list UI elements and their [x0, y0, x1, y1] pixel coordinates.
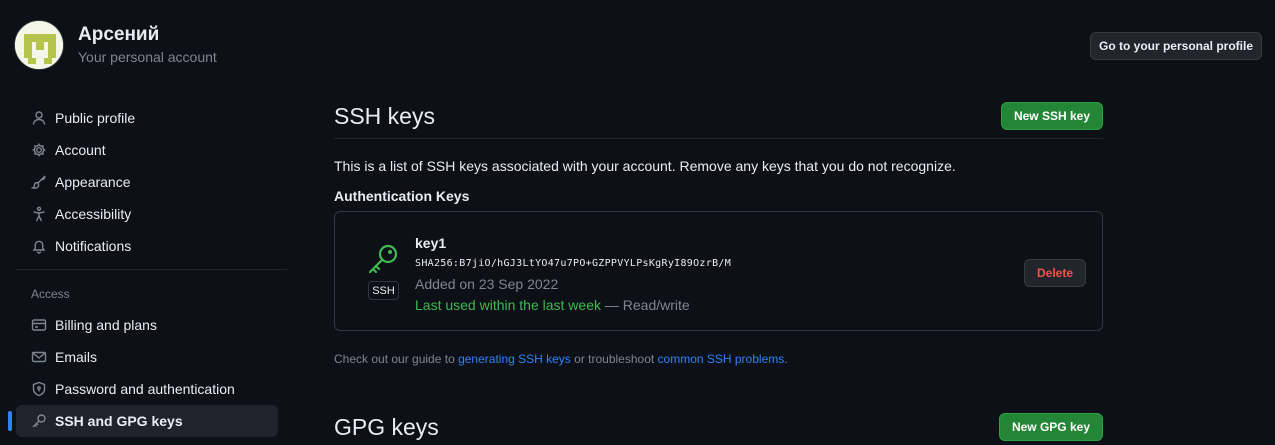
authentication-keys-heading: Authentication Keys — [334, 188, 470, 204]
person-icon — [31, 110, 47, 126]
sidebar-item-label: Billing and plans — [55, 317, 157, 333]
user-name[interactable]: Арсений — [78, 24, 217, 46]
account-header: Арсений Your personal account — [14, 20, 217, 70]
guide-suffix: . — [784, 352, 788, 366]
shield-lock-icon — [31, 381, 47, 397]
sidebar-item-label: Notifications — [55, 238, 132, 254]
sidebar-item-ssh-gpg-keys[interactable]: SSH and GPG keys — [8, 405, 278, 437]
key-last-used-text: Last used within the last week — [415, 297, 601, 313]
settings-sidebar: Public profile Account Appearance Access… — [8, 102, 288, 437]
sidebar-item-password[interactable]: Password and authentication — [16, 373, 288, 405]
sidebar-item-label: SSH and GPG keys — [55, 413, 183, 429]
key-icon — [31, 413, 47, 429]
ssh-title-row: SSH keys New SSH key — [334, 94, 1103, 139]
key-icon — [365, 242, 401, 283]
ssh-description: This is a list of SSH keys associated wi… — [334, 158, 956, 174]
sidebar-item-accessibility[interactable]: Accessibility — [16, 198, 288, 230]
key-access-level: — Read/write — [601, 297, 690, 313]
sidebar-item-billing[interactable]: Billing and plans — [16, 309, 288, 341]
sidebar-item-emails[interactable]: Emails — [16, 341, 288, 373]
sidebar-divider — [16, 269, 287, 270]
paintbrush-icon — [31, 174, 47, 190]
sidebar-item-label: Public profile — [55, 110, 136, 126]
delete-key-button[interactable]: Delete — [1024, 259, 1086, 287]
ssh-badge: SSH — [368, 281, 399, 300]
sidebar-item-label: Password and authentication — [55, 381, 235, 397]
generating-ssh-keys-link[interactable]: generating SSH keys — [458, 352, 571, 366]
key-last-used: Last used within the last week — Read/wr… — [415, 297, 690, 313]
sidebar-item-label: Appearance — [55, 174, 131, 190]
sidebar-item-public-profile[interactable]: Public profile — [16, 102, 288, 134]
gpg-section-title: GPG keys — [334, 413, 439, 440]
key-title: key1 — [415, 235, 447, 251]
common-ssh-problems-link[interactable]: common SSH problems — [658, 352, 785, 366]
key-fingerprint: SHA256:B7jiO/hGJ3LtYO47u7PO+GZPPVYLPsKgR… — [415, 258, 732, 269]
sidebar-item-label: Emails — [55, 349, 98, 365]
account-subtitle: Your personal account — [78, 49, 217, 65]
sidebar-item-label: Accessibility — [55, 206, 132, 222]
key-added-date: Added on 23 Sep 2022 — [415, 276, 559, 292]
credit-card-icon — [31, 317, 47, 333]
ssh-guide-text: Check out our guide to generating SSH ke… — [334, 352, 1103, 366]
ssh-keys-panel: SSH keys New SSH key This is a list of S… — [334, 94, 1103, 441]
ssh-key-item: SSH key1 SHA256:B7jiO/hGJ3LtYO47u7PO+GZP… — [334, 211, 1103, 331]
gear-icon — [31, 142, 47, 158]
page-title: SSH keys — [334, 102, 435, 129]
sidebar-item-account[interactable]: Account — [16, 134, 288, 166]
new-gpg-key-button[interactable]: New GPG key — [998, 413, 1103, 441]
gpg-title-row: GPG keys New GPG key — [334, 412, 1103, 442]
sidebar-item-appearance[interactable]: Appearance — [16, 166, 288, 198]
mail-icon — [31, 349, 47, 365]
go-to-profile-button[interactable]: Go to your personal profile — [1090, 32, 1262, 60]
sidebar-item-label: Account — [55, 142, 106, 158]
bell-icon — [31, 238, 47, 254]
avatar[interactable] — [14, 20, 64, 70]
new-ssh-key-button[interactable]: New SSH key — [1000, 102, 1103, 130]
guide-prefix: Check out our guide to — [334, 352, 459, 366]
sidebar-section-access: Access — [31, 287, 70, 301]
sidebar-item-notifications[interactable]: Notifications — [16, 230, 288, 262]
accessibility-icon — [31, 206, 47, 222]
guide-middle: or troubleshoot — [570, 352, 658, 366]
